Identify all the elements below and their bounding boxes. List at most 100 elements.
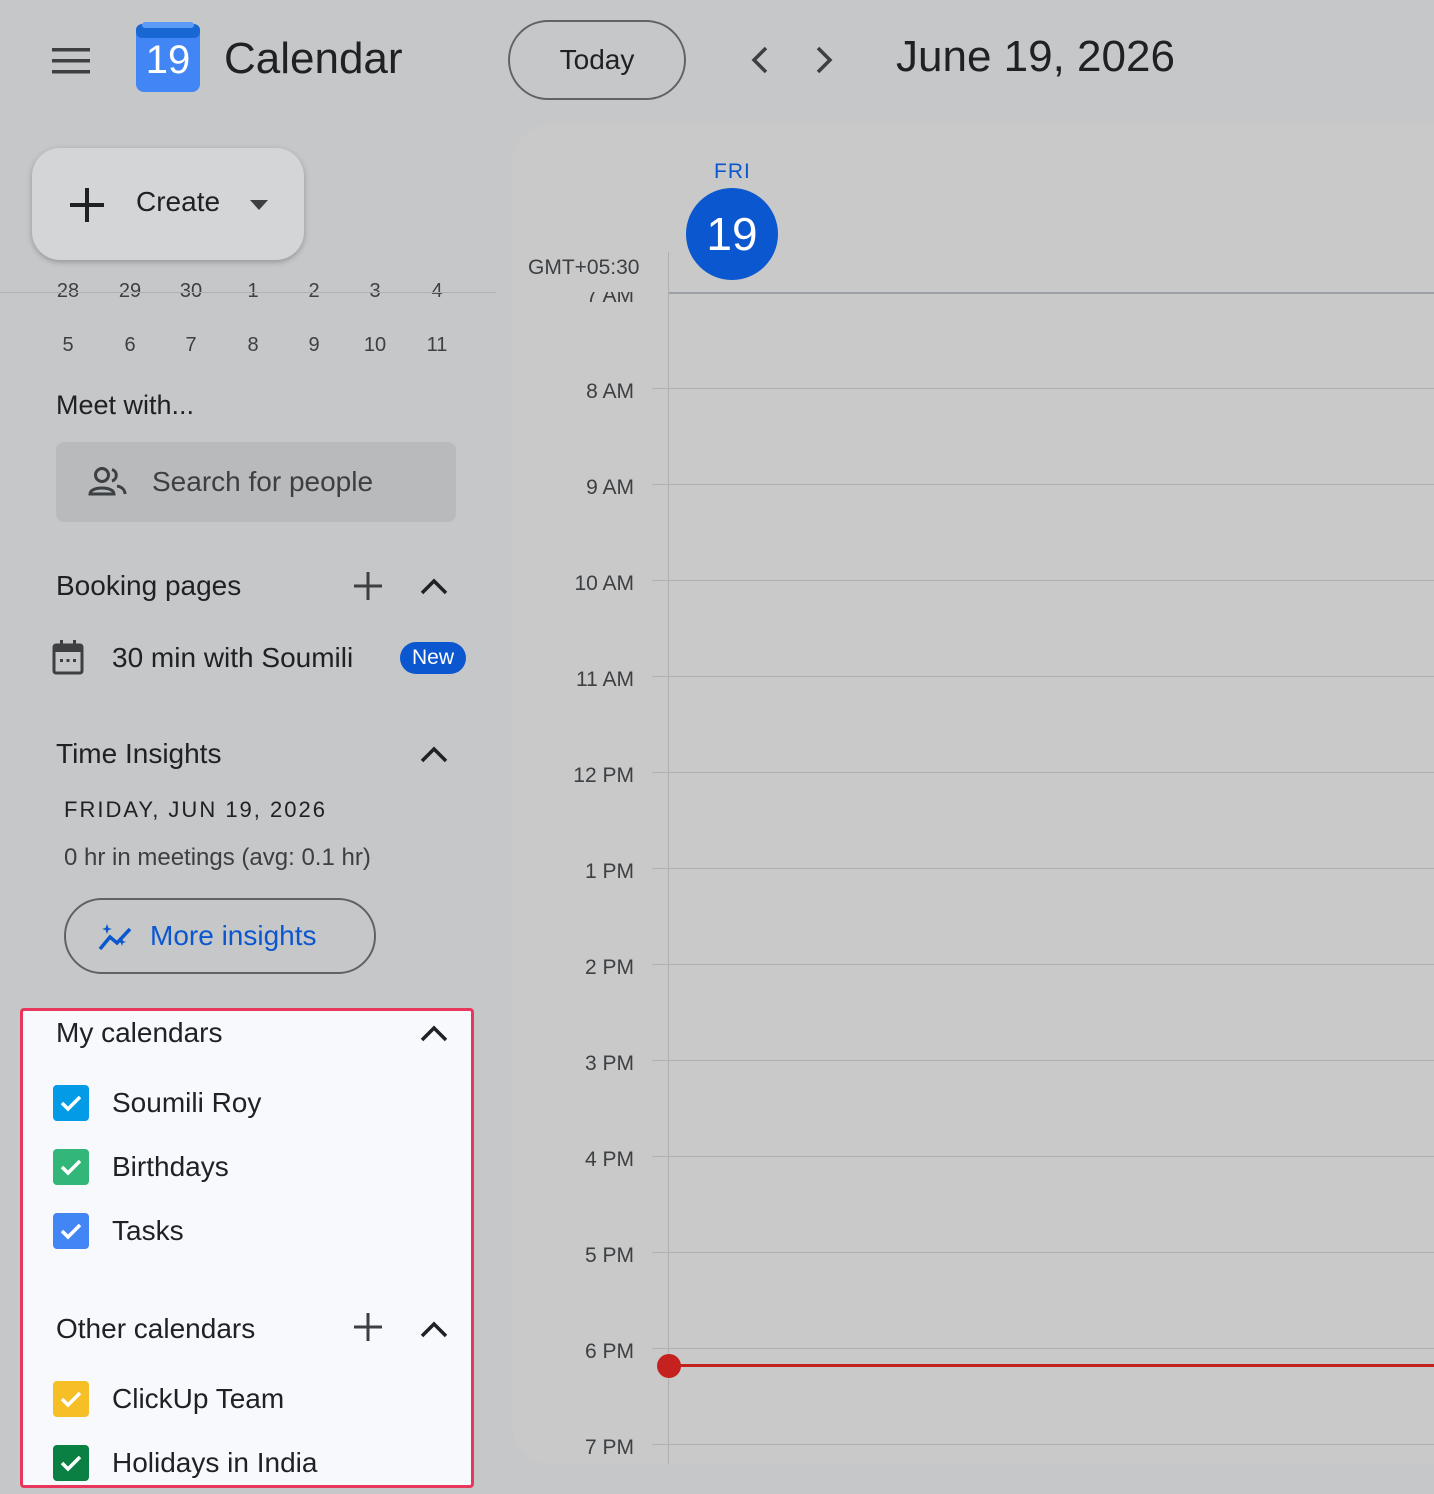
hour-label: 3 PM [584, 1052, 634, 1075]
meet-with-title: Meet with... [56, 390, 195, 420]
other-calendars-title: Other calendars [56, 1313, 256, 1344]
chevron-up-icon [420, 746, 448, 763]
checkbox-checked[interactable] [53, 1085, 89, 1121]
calendar-logo-day: 19 [145, 38, 191, 82]
plus-icon [354, 1313, 382, 1341]
hour-label: 7 PM [584, 1436, 634, 1459]
today-button[interactable]: Today [508, 20, 686, 100]
mini-calendar-day[interactable]: 11 [417, 334, 457, 357]
caret-down-icon[interactable] [250, 200, 268, 210]
collapse-booking-pages-button[interactable] [416, 568, 452, 604]
collapse-time-insights-button[interactable] [416, 736, 452, 772]
people-icon [88, 467, 127, 496]
calendar-item-soumili-roy[interactable]: Soumili Roy [53, 1085, 261, 1121]
hour-gridline [652, 868, 1434, 869]
mini-calendar-row: 5 6 7 8 9 10 11 [0, 334, 496, 364]
calendar-item-holidays-in-india[interactable]: Holidays in India [53, 1445, 317, 1481]
collapse-other-calendars-button[interactable] [416, 1311, 452, 1347]
checkbox-checked[interactable] [53, 1445, 89, 1481]
main-menu-button[interactable] [52, 48, 90, 74]
hour-label: 12 PM [573, 764, 634, 787]
new-badge: New [400, 642, 466, 674]
hour-gridline [652, 484, 1434, 485]
calendar-logo[interactable]: 19 [136, 22, 200, 92]
calendar-item-clickup-team[interactable]: ClickUp Team [53, 1381, 284, 1417]
mini-calendar-day[interactable]: 2 [294, 280, 334, 298]
mini-calendar-day[interactable]: 5 [48, 334, 88, 357]
mini-calendar-day[interactable]: 30 [171, 280, 211, 298]
previous-day-button[interactable] [738, 38, 782, 82]
hour-gridline [652, 1156, 1434, 1157]
checkmark-icon [60, 1455, 82, 1472]
search-people-input[interactable]: Search for people [56, 442, 456, 522]
calendar-item-label: ClickUp Team [112, 1383, 285, 1414]
hour-gridline [652, 676, 1434, 677]
mini-calendar-day[interactable]: 7 [171, 334, 211, 357]
hour-label: 11 AM [576, 668, 634, 691]
my-calendars-title: My calendars [56, 1017, 223, 1048]
hour-label: 10 AM [574, 572, 634, 595]
hour-gridline [652, 580, 1434, 581]
mini-calendar-day[interactable]: 8 [233, 334, 273, 357]
create-label: Create [136, 186, 221, 217]
hour-gridline [652, 1444, 1434, 1445]
more-insights-label: More insights [150, 920, 317, 951]
booking-pages-title: Booking pages [56, 570, 242, 601]
time-grid[interactable]: 7 AM 8 AM 9 AM 10 AM 11 AM 12 PM 1 PM 2 … [512, 292, 1434, 1464]
calendar-item-birthdays[interactable]: Birthdays [53, 1149, 229, 1185]
current-date-title: June 19, 2026 [896, 32, 1175, 81]
hour-gridline [652, 388, 1434, 389]
mini-calendar-day[interactable]: 3 [355, 280, 395, 298]
collapse-my-calendars-button[interactable] [416, 1015, 452, 1051]
chevron-up-icon [420, 578, 448, 595]
calendar-item-tasks[interactable]: Tasks [53, 1213, 184, 1249]
sparkle-chart-icon [98, 924, 132, 951]
add-booking-page-button[interactable] [350, 568, 386, 604]
mini-calendar-day[interactable]: 28 [48, 280, 88, 298]
next-day-button[interactable] [802, 38, 846, 82]
calendars-panel: My calendars Soumili Roy Birthdays Tasks… [20, 1008, 474, 1488]
checkmark-icon [60, 1391, 82, 1408]
time-insights-date: FRIDAY, JUN 19, 2026 [64, 797, 327, 822]
hour-label: 2 PM [584, 956, 634, 979]
calendar-item-label: Tasks [112, 1215, 184, 1246]
hour-gridline [652, 1348, 1434, 1349]
booking-page-item[interactable]: 30 min with Soumili [112, 642, 353, 674]
checkmark-icon [60, 1095, 82, 1112]
create-button[interactable]: Create [32, 148, 304, 260]
checkbox-checked[interactable] [53, 1213, 89, 1249]
plus-icon [70, 188, 104, 222]
add-other-calendar-button[interactable] [350, 1309, 386, 1345]
app-title: Calendar [224, 34, 403, 83]
hour-gridline [652, 1060, 1434, 1061]
checkmark-icon [60, 1159, 82, 1176]
plus-icon [354, 572, 382, 600]
calendar-item-label: Soumili Roy [112, 1087, 262, 1118]
hour-label: 8 AM [586, 380, 634, 403]
day-number-button[interactable]: 19 [686, 188, 778, 280]
search-people-placeholder: Search for people [152, 466, 374, 497]
hour-label: 1 PM [584, 860, 634, 883]
booking-calendar-icon [52, 640, 84, 676]
sidebar-divider [0, 292, 496, 293]
mini-calendar-day[interactable]: 1 [233, 280, 273, 298]
hour-label: 9 AM [586, 476, 634, 499]
checkbox-checked[interactable] [53, 1381, 89, 1417]
checkbox-checked[interactable] [53, 1149, 89, 1185]
mini-calendar-day[interactable]: 6 [110, 334, 150, 357]
hour-gridline [652, 964, 1434, 965]
more-insights-button[interactable]: More insights [64, 898, 376, 974]
hour-gridline [652, 1252, 1434, 1253]
mini-calendar-day[interactable]: 29 [110, 280, 150, 298]
mini-calendar-day[interactable]: 4 [417, 280, 457, 298]
checkmark-icon [60, 1223, 82, 1240]
hour-label: 5 PM [584, 1244, 634, 1267]
all-day-divider [668, 292, 1434, 294]
current-time-line [668, 1364, 1434, 1367]
chevron-up-icon [420, 1025, 448, 1042]
mini-calendar-day[interactable]: 10 [355, 334, 395, 357]
calendar-item-label: Birthdays [112, 1151, 229, 1182]
timezone-label: GMT+05:30 [528, 256, 640, 279]
mini-calendar-day[interactable]: 9 [294, 334, 334, 357]
hour-label: 4 PM [584, 1148, 634, 1171]
